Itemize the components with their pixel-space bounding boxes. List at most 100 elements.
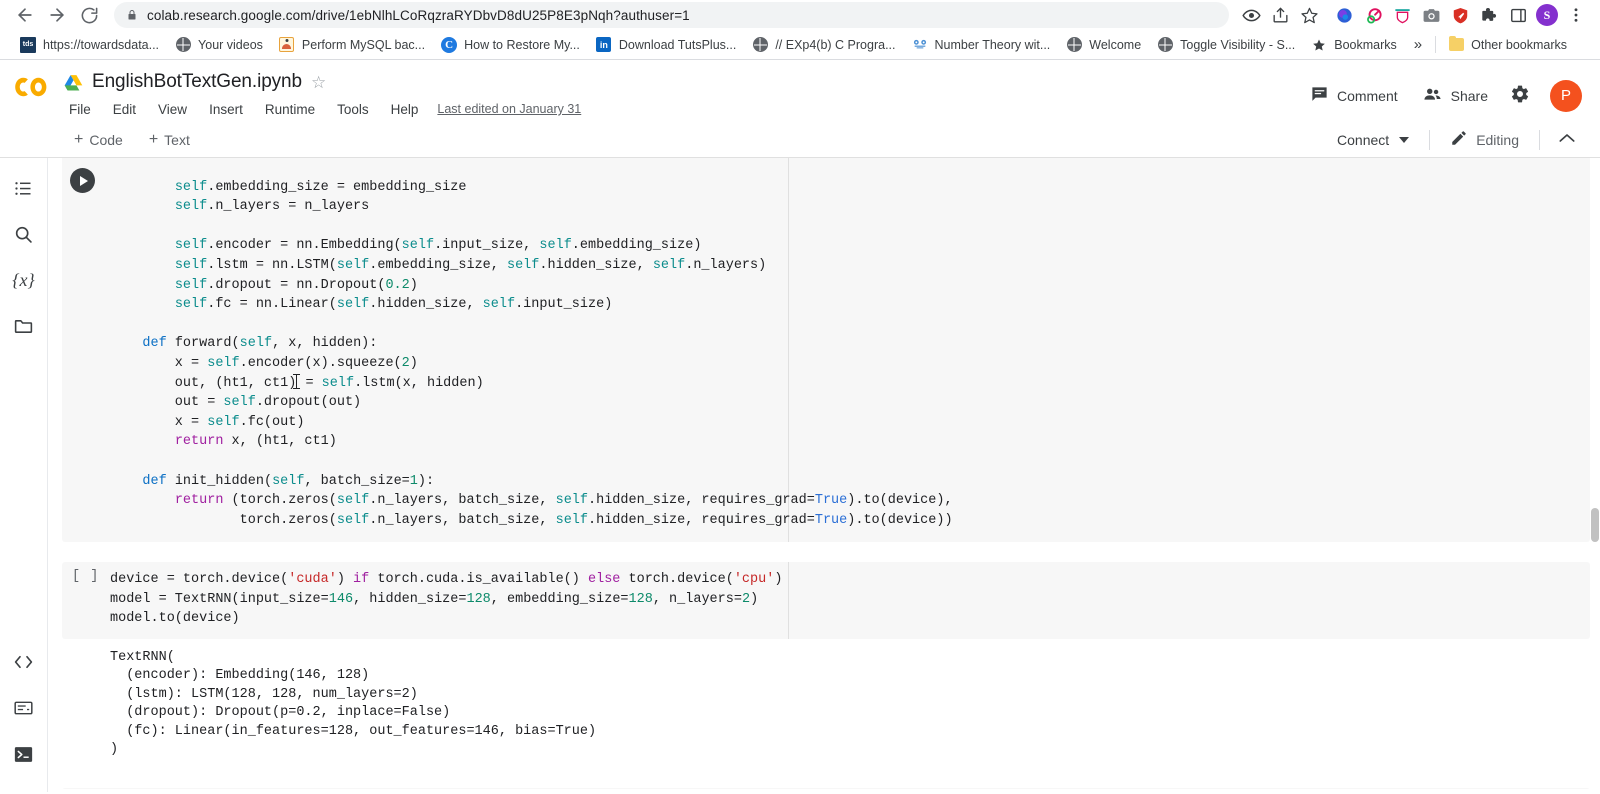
- colab-menu-bar: File Edit View Insert Runtime Tools Help…: [58, 96, 1298, 122]
- colab-logo[interactable]: [0, 60, 64, 100]
- sidebar-item-code-snippets[interactable]: [4, 642, 44, 682]
- bookmark-item[interactable]: Bookmarks: [1303, 34, 1405, 56]
- extension-red-shield-icon[interactable]: [1446, 1, 1474, 29]
- colab-user-avatar[interactable]: P: [1550, 80, 1582, 112]
- code-cell[interactable]: x self.embedding_size = embedding_size s…: [62, 158, 1590, 542]
- address-bar-url: colab.research.google.com/drive/1ebNlhLC…: [147, 8, 690, 23]
- side-panel-icon[interactable]: [1504, 1, 1532, 29]
- back-icon[interactable]: [10, 0, 40, 30]
- drive-icon: [64, 74, 83, 91]
- notebook-scrollbar[interactable]: [1589, 158, 1600, 792]
- bookmarks-bar: tds https://towardsdata... Your videos P…: [0, 30, 1600, 60]
- sidebar-item-variables[interactable]: {x}: [4, 260, 44, 300]
- share-icon[interactable]: [1266, 1, 1294, 29]
- bookmark-label: Perform MySQL bac...: [302, 38, 425, 52]
- bookmark-star-icon[interactable]: [1295, 1, 1323, 29]
- extension-shield-outline-icon[interactable]: [1388, 1, 1416, 29]
- variables-icon: {x}: [12, 270, 34, 291]
- menu-view[interactable]: View: [147, 99, 198, 120]
- menu-edit[interactable]: Edit: [102, 99, 147, 120]
- add-text-cell-button[interactable]: + Text: [139, 128, 200, 152]
- sidebar-item-command-palette[interactable]: [4, 688, 44, 728]
- menu-help[interactable]: Help: [380, 99, 430, 120]
- colab-header: EnglishBotTextGen.ipynb ☆ File Edit View…: [0, 60, 1600, 122]
- output-line: (fc): Linear(in_features=128, out_featur…: [110, 724, 596, 739]
- notebook-scroll-area[interactable]: x self.embedding_size = embedding_size s…: [48, 158, 1600, 792]
- bookmarks-overflow-button[interactable]: »: [1405, 33, 1431, 56]
- bookmark-item[interactable]: Perform MySQL bac...: [271, 34, 433, 56]
- output-line: ): [110, 742, 118, 757]
- output-line: (dropout): Dropout(p=0.2, inplace=False): [110, 705, 450, 720]
- comment-label: Comment: [1337, 88, 1398, 104]
- bookmark-item[interactable]: Toggle Visibility - S...: [1149, 34, 1303, 56]
- pencil-icon: [1450, 129, 1468, 150]
- menu-insert[interactable]: Insert: [198, 99, 254, 120]
- browser-nav-bar: colab.research.google.com/drive/1ebNlhLC…: [0, 0, 1600, 30]
- bookmark-item[interactable]: Your videos: [167, 34, 271, 56]
- sidebar-item-find-and-replace[interactable]: [4, 214, 44, 254]
- colab-title-block: EnglishBotTextGen.ipynb ☆ File Edit View…: [64, 60, 1298, 122]
- add-text-label: Text: [164, 132, 190, 148]
- bookmark-label: // EXp4(b) C Progra...: [775, 38, 895, 52]
- menu-file[interactable]: File: [58, 99, 102, 120]
- bookmark-item[interactable]: C How to Restore My...: [433, 34, 588, 56]
- sidebar-item-files[interactable]: [4, 306, 44, 346]
- bookmark-label: Number Theory wit...: [935, 38, 1051, 52]
- code-cell-source[interactable]: device = torch.device('cuda') if torch.c…: [62, 570, 1590, 629]
- bookmark-item[interactable]: tds https://towardsdata...: [12, 34, 167, 56]
- gear-icon: [1510, 84, 1530, 107]
- lock-icon: [126, 8, 138, 22]
- settings-button[interactable]: [1500, 78, 1540, 113]
- other-bookmarks-button[interactable]: Other bookmarks: [1440, 34, 1575, 56]
- toolbar-divider: [1539, 130, 1540, 150]
- extension-qr-icon[interactable]: [1359, 1, 1387, 29]
- bookmark-item[interactable]: Welcome: [1058, 34, 1149, 56]
- chevron-up-icon[interactable]: [1550, 130, 1584, 150]
- menu-runtime[interactable]: Runtime: [254, 99, 326, 120]
- add-code-cell-button[interactable]: + Code: [64, 128, 133, 152]
- code-cell[interactable]: [ ] device = torch.device('cuda') if tor…: [62, 562, 1590, 769]
- cell-output: TextRNN( (encoder): Embedding(146, 128) …: [62, 639, 1590, 769]
- extensions-puzzle-icon[interactable]: [1475, 1, 1503, 29]
- folder-icon: [1448, 37, 1464, 53]
- bookmark-item[interactable]: Number Theory wit...: [904, 34, 1059, 56]
- code-cell-body[interactable]: [ ] device = torch.device('cuda') if tor…: [62, 562, 1590, 639]
- code-cell-body[interactable]: x self.embedding_size = embedding_size s…: [62, 158, 1590, 542]
- output-line: TextRNN(: [110, 650, 175, 665]
- share-button[interactable]: Share: [1410, 79, 1500, 113]
- three-dot-menu-icon[interactable]: [1562, 1, 1590, 29]
- share-label: Share: [1451, 88, 1488, 104]
- chevron-down-icon: [1399, 137, 1409, 143]
- last-edited-label[interactable]: Last edited on January 31: [437, 102, 581, 116]
- sidebar-item-table-of-contents[interactable]: [4, 168, 44, 208]
- code-cell-source[interactable]: x self.embedding_size = embedding_size s…: [62, 158, 1590, 530]
- chrome-profile-avatar[interactable]: S: [1533, 1, 1561, 29]
- reload-icon[interactable]: [74, 0, 104, 30]
- browser-toolbar-icons: S: [1237, 1, 1590, 29]
- extension-camera-icon[interactable]: [1417, 1, 1445, 29]
- comment-button[interactable]: Comment: [1298, 79, 1410, 113]
- address-bar[interactable]: colab.research.google.com/drive/1ebNlhLC…: [114, 2, 1229, 28]
- connect-button[interactable]: Connect: [1327, 127, 1419, 153]
- people-icon: [1422, 85, 1443, 107]
- forward-icon[interactable]: [42, 0, 72, 30]
- bookmark-item[interactable]: // EXp4(b) C Progra...: [744, 34, 903, 56]
- menu-tools[interactable]: Tools: [326, 99, 380, 120]
- tds-favicon: tds: [20, 37, 36, 53]
- chrome-profile-initial: S: [1536, 4, 1558, 26]
- extension-blue-circle-icon[interactable]: [1330, 1, 1358, 29]
- editing-label: Editing: [1476, 132, 1519, 148]
- output-line: (lstm): LSTM(128, 128, num_layers=2): [110, 687, 418, 702]
- plus-icon: +: [149, 132, 158, 148]
- numbertheory-favicon: [912, 37, 928, 53]
- bookmark-item[interactable]: in Download TutsPlus...: [588, 34, 744, 56]
- notebook-title[interactable]: EnglishBotTextGen.ipynb: [92, 71, 302, 93]
- star-favicon: [1311, 37, 1327, 53]
- scrollbar-thumb[interactable]: [1591, 508, 1599, 542]
- star-outline-icon[interactable]: ☆: [311, 74, 326, 91]
- workspace: {x} x self.embed: [0, 158, 1600, 792]
- eye-icon[interactable]: [1237, 1, 1265, 29]
- editing-mode-button[interactable]: Editing: [1440, 124, 1529, 155]
- sidebar-item-terminal[interactable]: [4, 734, 44, 774]
- connect-label: Connect: [1337, 132, 1389, 148]
